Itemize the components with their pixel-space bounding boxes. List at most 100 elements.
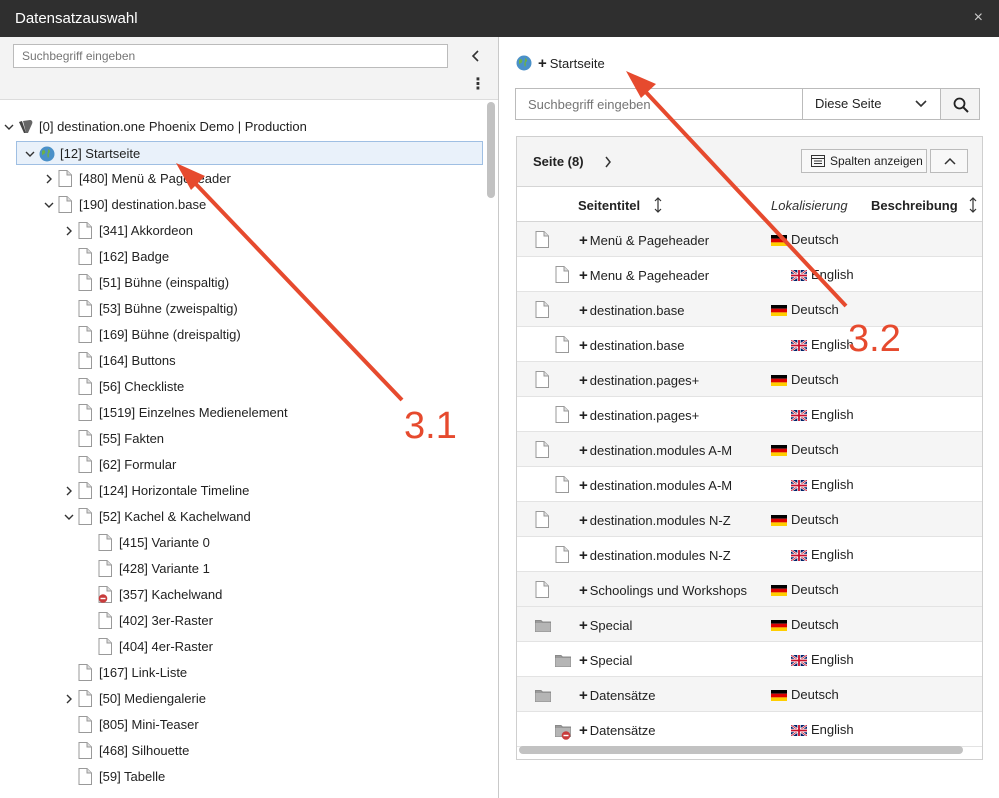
table-row[interactable]: + destination.modules N-Z English bbox=[517, 537, 982, 572]
row-title[interactable]: + Schoolings und Workshops bbox=[579, 582, 747, 599]
row-title[interactable]: + Datensätze bbox=[579, 722, 656, 739]
tree-node[interactable]: [428] Variante 1 bbox=[0, 557, 484, 581]
table-row[interactable]: + Schoolings und Workshops Deutsch bbox=[517, 572, 982, 607]
tree-node[interactable]: [169] Bühne (dreispaltig) bbox=[0, 323, 484, 347]
table-row[interactable]: + Menu & Pageheader English bbox=[517, 257, 982, 292]
sort-icon[interactable] bbox=[654, 197, 662, 213]
row-title[interactable]: + destination.modules A-M bbox=[579, 442, 732, 459]
add-record-icon[interactable]: + bbox=[579, 547, 588, 564]
tree-node[interactable]: [480] Menü & Pageheader bbox=[0, 167, 484, 191]
more-options-icon[interactable]: ⋮ bbox=[470, 77, 486, 93]
table-row[interactable]: + Menü & Pageheader Deutsch bbox=[517, 222, 982, 257]
row-title[interactable]: + destination.base bbox=[579, 302, 684, 319]
tree-node[interactable]: [0] destination.one Phoenix Demo | Produ… bbox=[0, 115, 484, 139]
chevron-right-icon[interactable] bbox=[63, 485, 75, 497]
flag-gb-icon bbox=[790, 339, 808, 352]
chevron-down-icon[interactable] bbox=[43, 199, 55, 211]
add-record-icon[interactable]: + bbox=[579, 687, 588, 704]
column-header-title[interactable]: Seitentitel bbox=[578, 198, 640, 213]
sort-icon[interactable] bbox=[969, 197, 977, 213]
add-record-icon[interactable]: + bbox=[579, 512, 588, 529]
add-record-icon[interactable]: + bbox=[579, 442, 588, 459]
row-title[interactable]: + Special bbox=[579, 652, 632, 669]
column-header-localization[interactable]: Lokalisierung bbox=[771, 198, 848, 213]
tree-node[interactable]: [50] Mediengalerie bbox=[0, 687, 484, 711]
tree-node[interactable]: [167] Link-Liste bbox=[0, 661, 484, 685]
tree-node[interactable]: [53] Bühne (zweispaltig) bbox=[0, 297, 484, 321]
add-record-icon[interactable]: + bbox=[579, 582, 588, 599]
row-title[interactable]: + destination.pages+ bbox=[579, 372, 699, 389]
search-scope-select[interactable]: Diese Seite bbox=[802, 88, 941, 120]
tree-node[interactable]: [415] Variante 0 bbox=[0, 531, 484, 555]
breadcrumb[interactable]: + Startseite bbox=[516, 53, 605, 73]
close-icon[interactable]: × bbox=[974, 9, 983, 27]
table-row[interactable]: + destination.pages+ English bbox=[517, 397, 982, 432]
row-title[interactable]: + destination.pages+ bbox=[579, 407, 699, 424]
row-title[interactable]: + destination.base bbox=[579, 337, 684, 354]
table-title[interactable]: Seite (8) bbox=[533, 154, 584, 169]
tree-node[interactable]: [12] Startseite bbox=[16, 141, 483, 165]
row-title[interactable]: + Menü & Pageheader bbox=[579, 232, 709, 249]
search-button[interactable] bbox=[940, 88, 980, 120]
table-row[interactable]: + Special English bbox=[517, 642, 982, 677]
row-title[interactable]: + destination.modules N-Z bbox=[579, 512, 731, 529]
table-row[interactable]: + destination.pages+ Deutsch bbox=[517, 362, 982, 397]
add-record-icon[interactable]: + bbox=[579, 477, 588, 494]
tree-node[interactable]: [59] Tabelle bbox=[0, 765, 484, 789]
table-row[interactable]: + Datensätze Deutsch bbox=[517, 677, 982, 712]
tree-node[interactable]: [402] 3er-Raster bbox=[0, 609, 484, 633]
add-record-icon[interactable]: + bbox=[579, 267, 588, 284]
row-title[interactable]: + Menu & Pageheader bbox=[579, 267, 709, 284]
row-title[interactable]: + destination.modules N-Z bbox=[579, 547, 731, 564]
tree-node[interactable]: [357] Kachelwand bbox=[0, 583, 484, 607]
tree-node[interactable]: [341] Akkordeon bbox=[0, 219, 484, 243]
table-row[interactable]: + destination.modules A-M Deutsch bbox=[517, 432, 982, 467]
tree-search-input[interactable] bbox=[13, 44, 448, 68]
tree-node[interactable]: [404] 4er-Raster bbox=[0, 635, 484, 659]
chevron-down-icon[interactable] bbox=[63, 511, 75, 523]
add-record-icon[interactable]: + bbox=[579, 337, 588, 354]
tree-node[interactable]: [52] Kachel & Kachelwand bbox=[0, 505, 484, 529]
chevron-right-icon[interactable] bbox=[63, 693, 75, 705]
row-title[interactable]: + Special bbox=[579, 617, 632, 634]
table-row[interactable]: + destination.base Deutsch bbox=[517, 292, 982, 327]
table-row[interactable]: + Special Deutsch bbox=[517, 607, 982, 642]
add-record-icon[interactable]: + bbox=[579, 722, 588, 739]
tree-node[interactable]: [51] Bühne (einspaltig) bbox=[0, 271, 484, 295]
tree-node[interactable]: [162] Badge bbox=[0, 245, 484, 269]
chevron-right-icon[interactable] bbox=[604, 156, 612, 168]
add-record-icon[interactable]: + bbox=[579, 372, 588, 389]
row-title[interactable]: + destination.modules A-M bbox=[579, 477, 732, 494]
table-row[interactable]: + destination.modules A-M English bbox=[517, 467, 982, 502]
tree-node[interactable]: [805] Mini-Teaser bbox=[0, 713, 484, 737]
table-horizontal-scrollbar[interactable] bbox=[519, 746, 963, 754]
table-row[interactable]: + Datensätze English bbox=[517, 712, 982, 747]
tree-node[interactable]: [468] Silhouette bbox=[0, 739, 484, 763]
column-header-description[interactable]: Beschreibung bbox=[871, 198, 958, 213]
table-row[interactable]: + destination.modules N-Z Deutsch bbox=[517, 502, 982, 537]
chevron-down-icon[interactable] bbox=[24, 148, 36, 160]
show-columns-button[interactable]: Spalten anzeigen bbox=[801, 149, 927, 173]
collapse-table-button[interactable] bbox=[930, 149, 968, 173]
add-record-icon[interactable]: + bbox=[579, 652, 588, 669]
chevron-down-icon[interactable] bbox=[3, 121, 15, 133]
tree-node[interactable]: [124] Horizontale Timeline bbox=[0, 479, 484, 503]
tree-node[interactable]: [62] Formular bbox=[0, 453, 484, 477]
table-row[interactable]: + destination.base English bbox=[517, 327, 982, 362]
add-record-icon[interactable]: + bbox=[579, 617, 588, 634]
chevron-right-icon[interactable] bbox=[43, 173, 55, 185]
tree-node[interactable]: [56] Checkliste bbox=[0, 375, 484, 399]
record-search-input[interactable] bbox=[515, 88, 803, 120]
collapse-tree-icon[interactable] bbox=[470, 49, 484, 63]
tree-scrollbar[interactable] bbox=[486, 100, 496, 798]
tree-scrollbar-thumb[interactable] bbox=[487, 102, 495, 198]
page-icon bbox=[555, 546, 569, 566]
row-language: English bbox=[811, 267, 854, 282]
tree-node[interactable]: [164] Buttons bbox=[0, 349, 484, 373]
add-record-icon[interactable]: + bbox=[579, 302, 588, 319]
row-title[interactable]: + Datensätze bbox=[579, 687, 656, 704]
add-record-icon[interactable]: + bbox=[579, 407, 588, 424]
tree-node[interactable]: [190] destination.base bbox=[0, 193, 484, 217]
chevron-right-icon[interactable] bbox=[63, 225, 75, 237]
add-record-icon[interactable]: + bbox=[579, 232, 588, 249]
